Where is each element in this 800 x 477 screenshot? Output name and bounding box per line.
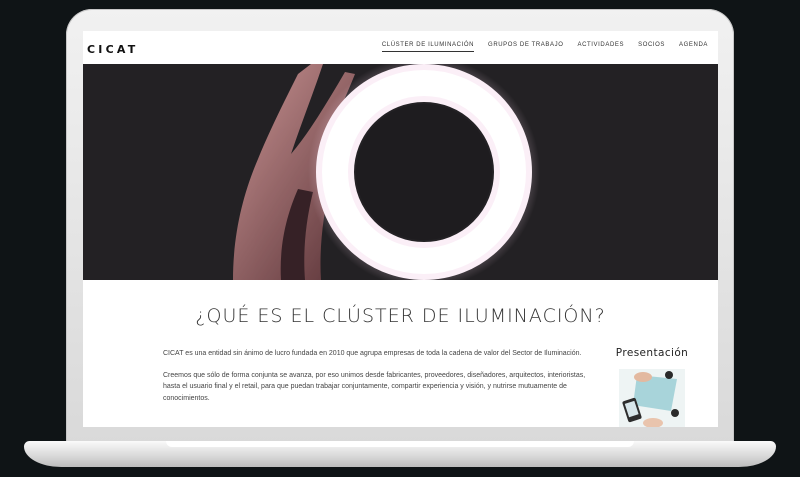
top-navbar: CICAT CLÚSTER DE ILUMINACIÓN GRUPOS DE T… <box>83 31 718 64</box>
nav-item-cluster[interactable]: CLÚSTER DE ILUMINACIÓN <box>381 42 475 52</box>
presentation-thumbnail[interactable] <box>619 369 685 427</box>
intro-paragraph-1: CICAT es una entidad sin ánimo de lucro … <box>163 350 582 357</box>
ring-light-photo <box>83 64 718 280</box>
nav-item-actividades[interactable]: ACTIVIDADES <box>577 42 624 52</box>
page-title: ¿QUÉ ES EL CLÚSTER DE ILUMINACIÓN? <box>195 305 606 327</box>
site-logo[interactable]: CICAT <box>87 43 138 56</box>
nav-item-grupos[interactable]: GRUPOS DE TRABAJO <box>488 42 563 52</box>
laptop-notch <box>166 441 634 447</box>
nav-item-agenda[interactable]: AGENDA <box>679 42 708 52</box>
intro-text: CICAT es una entidad sin ánimo de lucro … <box>163 348 593 414</box>
desk-photo <box>619 369 685 427</box>
nav-item-socios[interactable]: SOCIOS <box>638 42 665 52</box>
main-nav: CLÚSTER DE ILUMINACIÓN GRUPOS DE TRABAJO… <box>381 42 708 52</box>
hero-image <box>83 64 718 280</box>
presentation-sidebar: Presentación <box>607 347 697 427</box>
presentation-title: Presentación <box>615 347 689 359</box>
laptop-mockup: CICAT CLÚSTER DE ILUMINACIÓN GRUPOS DE T… <box>0 0 800 477</box>
laptop-screen: CICAT CLÚSTER DE ILUMINACIÓN GRUPOS DE T… <box>83 31 718 427</box>
intro-paragraph-2: Creemos que sólo de forma conjunta se av… <box>163 371 586 402</box>
